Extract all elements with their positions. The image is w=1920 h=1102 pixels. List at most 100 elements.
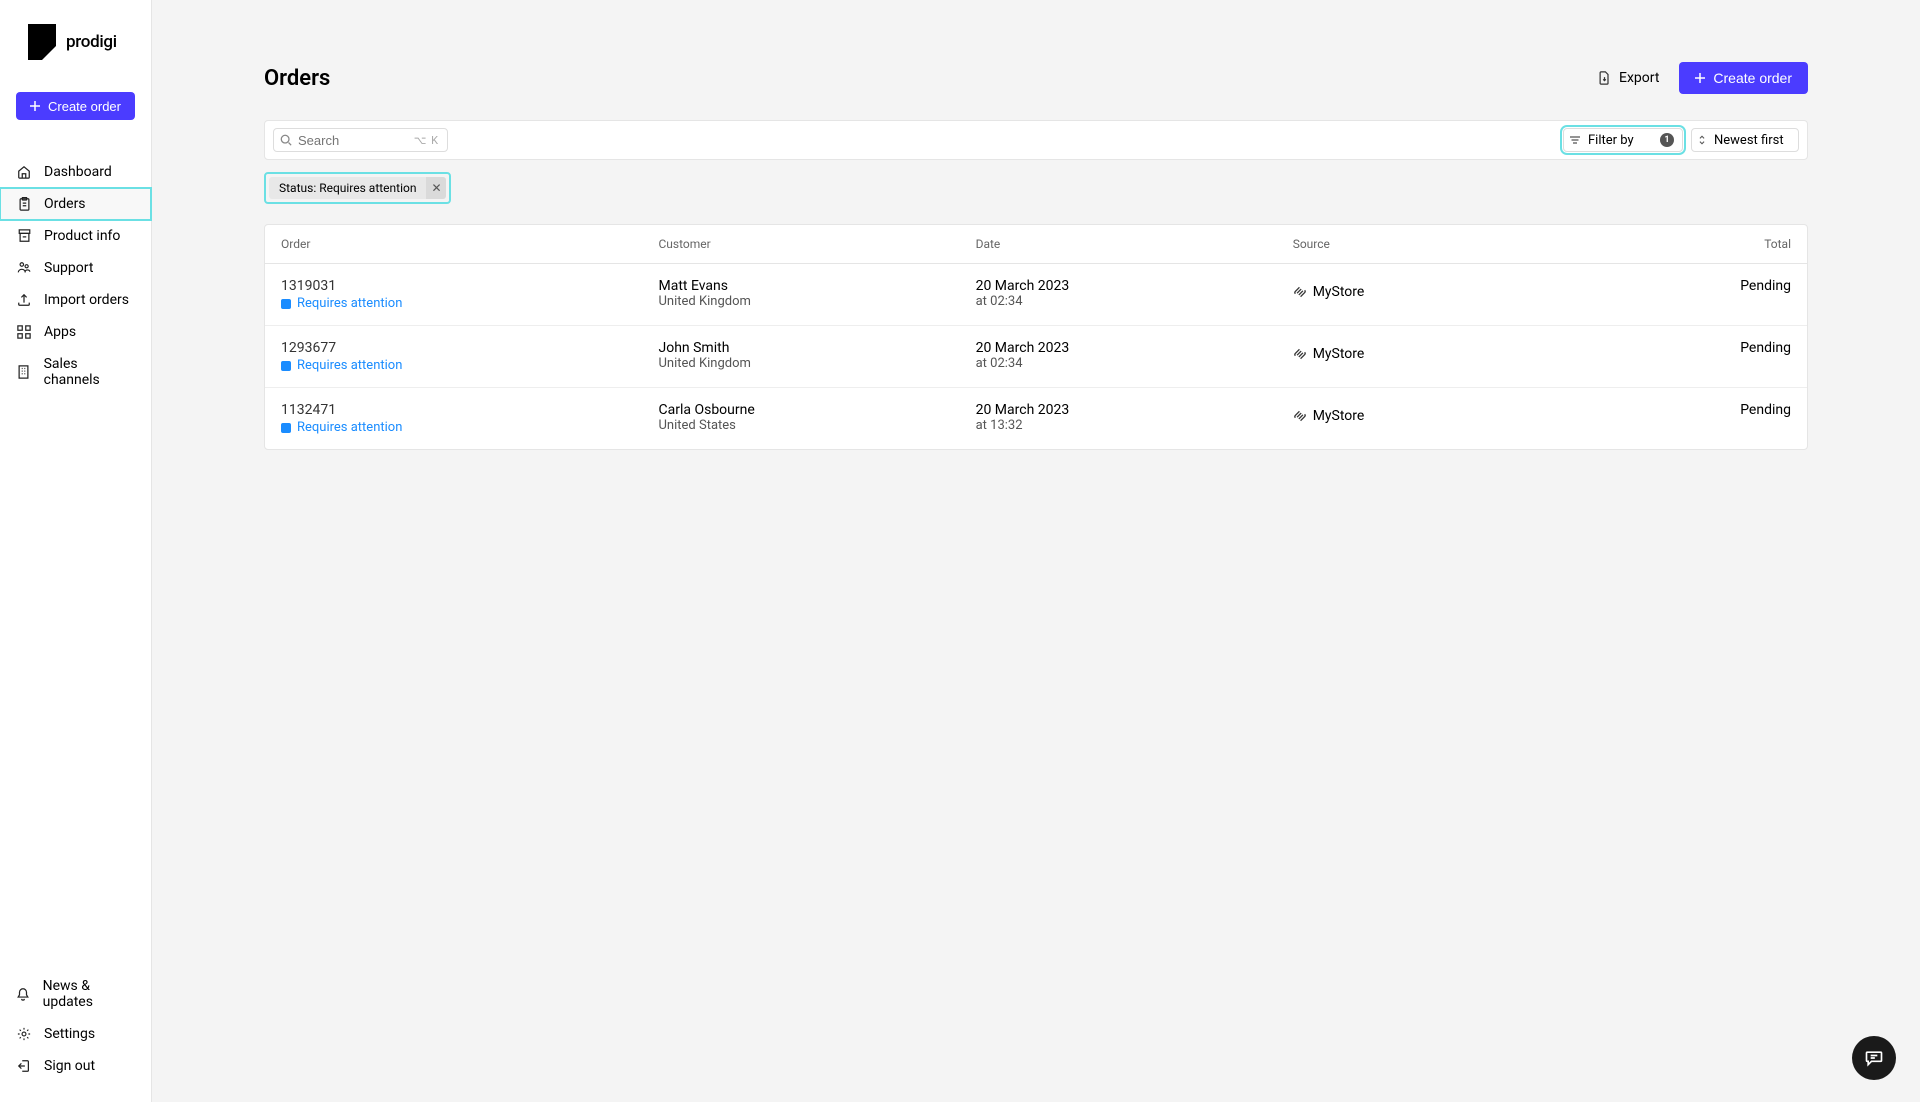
apps-icon	[16, 325, 32, 339]
nav-label: Orders	[44, 196, 86, 212]
nav-label: Import orders	[44, 292, 129, 308]
main-content: Orders Export Create order	[152, 0, 1920, 1102]
sidebar-item-product-info[interactable]: Product info	[0, 220, 151, 252]
sidebar: prodigi Create order Dashboard Orders	[0, 0, 152, 1102]
document-icon	[1598, 71, 1611, 85]
order-date: 20 March 2023	[976, 278, 1293, 294]
customer-country: United States	[659, 418, 976, 433]
order-id: 1132471	[281, 402, 659, 418]
search-shortcut: ⌥ K	[414, 134, 439, 147]
sidebar-item-import-orders[interactable]: Import orders	[0, 284, 151, 316]
clipboard-icon	[16, 197, 32, 211]
sidebar-footer: News & updates Settings Sign out	[0, 970, 151, 1082]
nav-label: Settings	[44, 1026, 95, 1042]
sort-icon	[1698, 135, 1706, 145]
squarespace-icon	[1293, 285, 1307, 299]
brand-name: prodigi	[66, 32, 117, 52]
sort-button[interactable]: Newest first	[1691, 128, 1799, 152]
col-header-order: Order	[281, 237, 659, 251]
order-status-label: Requires attention	[297, 358, 402, 373]
chat-icon	[1864, 1048, 1884, 1068]
filter-label: Filter by	[1588, 133, 1634, 148]
page-title: Orders	[264, 66, 330, 91]
search-input-wrap[interactable]: ⌥ K	[273, 128, 448, 152]
status-dot-icon	[281, 423, 291, 433]
orders-table-header: Order Customer Date Source Total	[265, 225, 1807, 264]
sidebar-item-orders[interactable]: Orders	[0, 188, 151, 220]
page-header: Orders Export Create order	[264, 62, 1808, 94]
col-header-date: Date	[976, 237, 1293, 251]
search-input[interactable]	[298, 133, 408, 148]
order-date: 20 March 2023	[976, 340, 1293, 356]
status-dot-icon	[281, 361, 291, 371]
order-time: at 02:34	[976, 294, 1293, 309]
sidebar-create-order-button[interactable]: Create order	[16, 92, 135, 120]
table-row[interactable]: 1293677 Requires attention John Smith Un…	[265, 326, 1807, 388]
status-dot-icon	[281, 299, 291, 309]
gear-icon	[16, 1027, 32, 1041]
sort-label: Newest first	[1714, 133, 1784, 148]
col-header-total: Total	[1595, 237, 1791, 251]
nav-label: Sign out	[44, 1058, 95, 1074]
archive-icon	[16, 229, 32, 243]
sidebar-item-support[interactable]: Support	[0, 252, 151, 284]
sidebar-item-dashboard[interactable]: Dashboard	[0, 156, 151, 188]
order-status-label: Requires attention	[297, 420, 402, 435]
upload-icon	[16, 293, 32, 307]
table-row[interactable]: 1132471 Requires attention Carla Osbourn…	[265, 388, 1807, 449]
create-order-label: Create order	[1713, 70, 1792, 86]
table-row[interactable]: 1319031 Requires attention Matt Evans Un…	[265, 264, 1807, 326]
create-order-button[interactable]: Create order	[1679, 62, 1808, 94]
logo-icon	[28, 24, 56, 60]
customer-name: Carla Osbourne	[659, 402, 976, 418]
logo[interactable]: prodigi	[0, 24, 151, 92]
sidebar-item-sales-channels[interactable]: Sales channels	[0, 348, 151, 396]
order-id: 1293677	[281, 340, 659, 356]
order-time: at 02:34	[976, 356, 1293, 371]
customer-name: John Smith	[659, 340, 976, 356]
active-filter-remove[interactable]: ✕	[426, 177, 446, 199]
squarespace-icon	[1293, 409, 1307, 423]
customer-country: United Kingdom	[659, 294, 976, 309]
sidebar-item-settings[interactable]: Settings	[0, 1018, 151, 1050]
close-icon: ✕	[431, 181, 441, 195]
customer-country: United Kingdom	[659, 356, 976, 371]
export-button[interactable]: Export	[1598, 70, 1659, 86]
col-header-customer: Customer	[659, 237, 976, 251]
order-total: Pending	[1595, 278, 1791, 294]
sidebar-item-apps[interactable]: Apps	[0, 316, 151, 348]
filter-lines-icon	[1570, 136, 1580, 144]
order-time: at 13:32	[976, 418, 1293, 433]
sidebar-item-news[interactable]: News & updates	[0, 970, 151, 1018]
order-date: 20 March 2023	[976, 402, 1293, 418]
nav-label: Sales channels	[44, 356, 135, 388]
order-status: Requires attention	[281, 296, 659, 311]
orders-table: Order Customer Date Source Total 1319031…	[264, 224, 1808, 450]
order-status: Requires attention	[281, 420, 659, 435]
active-filter-pill: Status: Requires attention ✕	[269, 177, 446, 199]
active-filter-highlight: Status: Requires attention ✕	[264, 172, 451, 204]
col-header-source: Source	[1293, 237, 1595, 251]
filter-by-button[interactable]: Filter by 1	[1563, 128, 1683, 152]
plus-icon	[30, 101, 40, 111]
header-actions: Export Create order	[1598, 62, 1808, 94]
bell-icon	[16, 987, 31, 1001]
export-label: Export	[1619, 70, 1659, 86]
orders-table-body: 1319031 Requires attention Matt Evans Un…	[265, 264, 1807, 449]
order-source-name: MyStore	[1313, 346, 1365, 362]
home-icon	[16, 165, 32, 179]
nav-label: Support	[44, 260, 93, 276]
sign-out-icon	[16, 1059, 32, 1073]
active-filter-row: Status: Requires attention ✕	[264, 172, 1808, 204]
order-source-name: MyStore	[1313, 284, 1365, 300]
customer-name: Matt Evans	[659, 278, 976, 294]
chat-widget[interactable]	[1852, 1036, 1896, 1080]
filter-bar: ⌥ K Filter by 1 Newest first	[264, 120, 1808, 160]
search-icon	[280, 134, 292, 146]
squarespace-icon	[1293, 347, 1307, 361]
people-icon	[16, 261, 32, 275]
filter-count-badge: 1	[1660, 133, 1674, 147]
nav-label: Product info	[44, 228, 120, 244]
sidebar-item-sign-out[interactable]: Sign out	[0, 1050, 151, 1082]
nav-label: News & updates	[43, 978, 135, 1010]
